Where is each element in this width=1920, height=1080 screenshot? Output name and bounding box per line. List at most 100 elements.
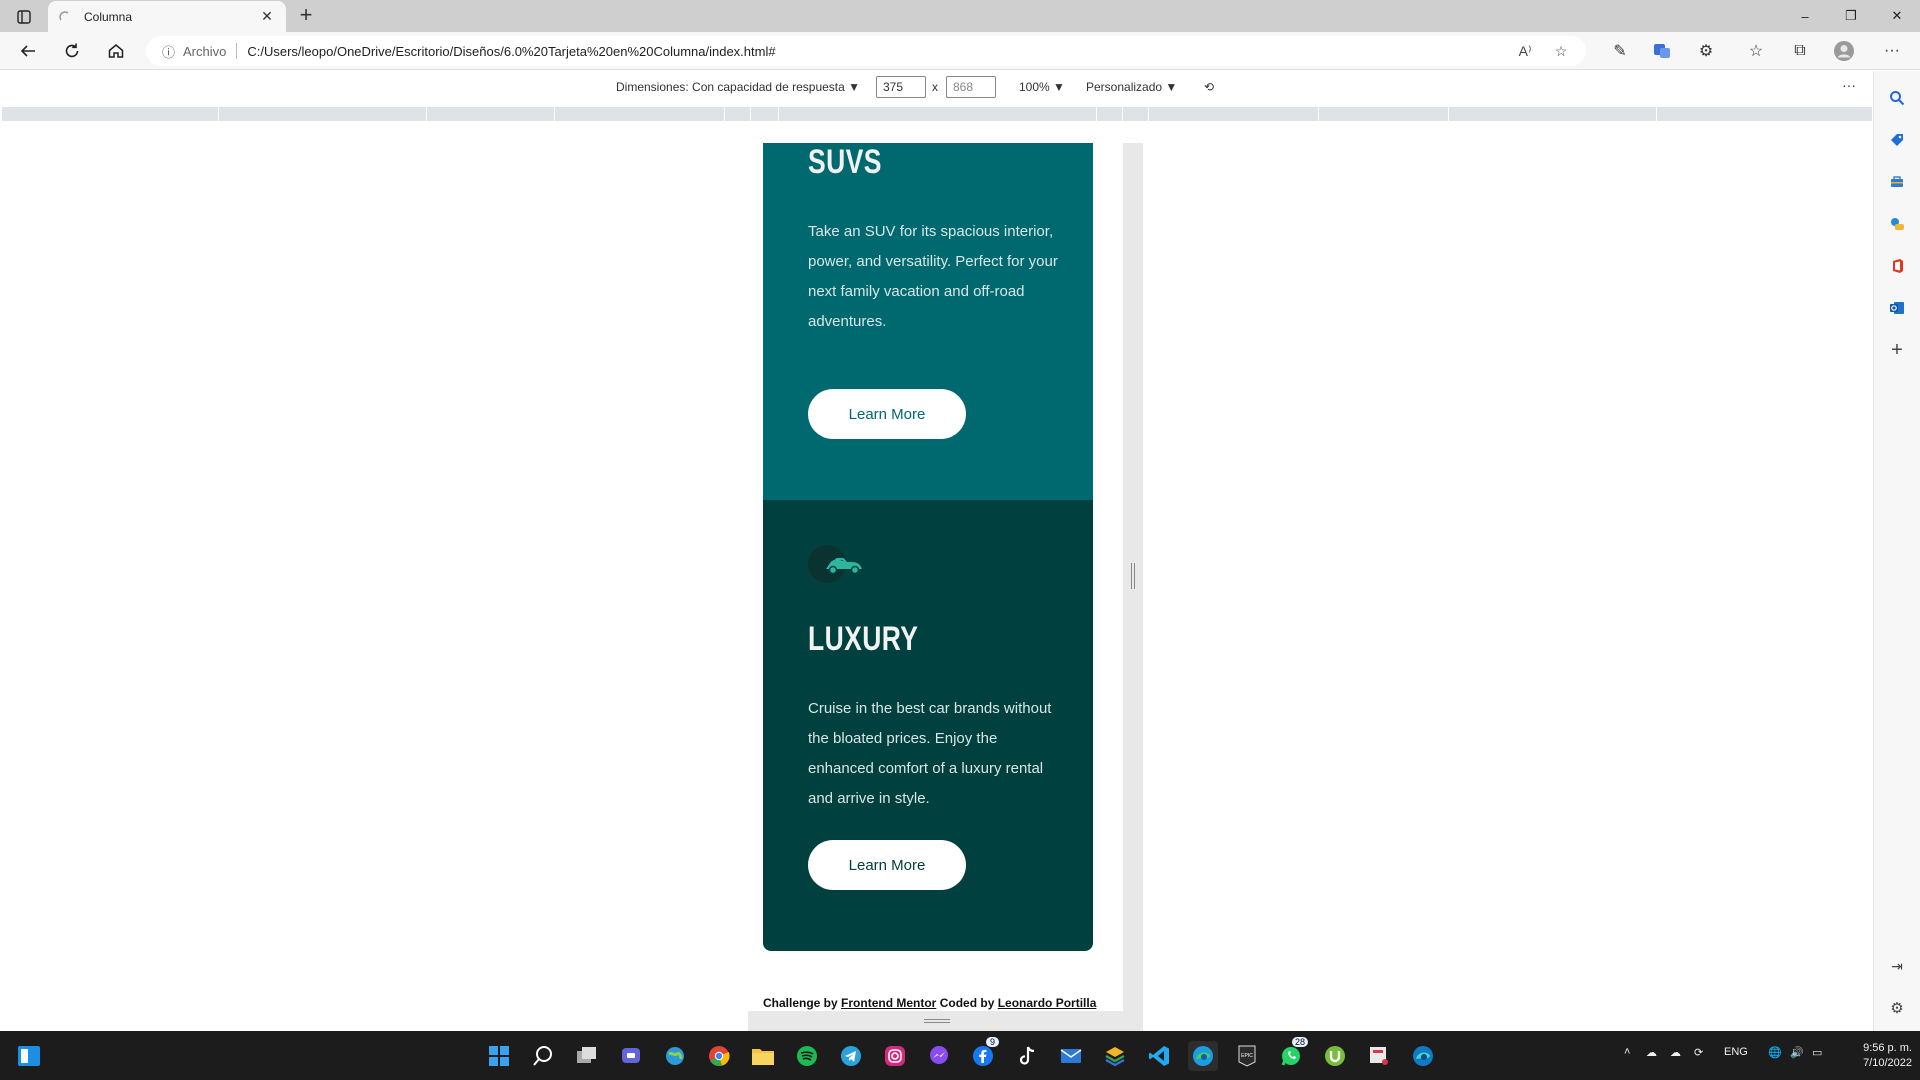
svg-text:EPIC: EPIC xyxy=(1241,1053,1253,1059)
search-icon[interactable] xyxy=(1884,85,1910,111)
office-icon[interactable] xyxy=(1884,253,1910,279)
messenger-icon[interactable] xyxy=(924,1041,954,1071)
spotify-icon[interactable] xyxy=(792,1041,822,1071)
refresh-icon[interactable] xyxy=(56,36,88,66)
read-aloud-icon[interactable]: A⁾ xyxy=(1510,36,1540,66)
ruler-segment xyxy=(1096,107,1097,121)
clock-date: 7/10/2022 xyxy=(1863,1057,1912,1069)
start-icon[interactable] xyxy=(484,1041,514,1071)
viewport-bottom-resizer[interactable] xyxy=(748,1011,1123,1031)
suvs-learn-more-button[interactable]: Learn More xyxy=(808,389,966,439)
tab-close-icon[interactable]: ✕ xyxy=(258,8,276,26)
edge-icon[interactable] xyxy=(1188,1041,1218,1071)
sync-icon[interactable]: ⟳ xyxy=(1694,1046,1703,1059)
title-bar: Columna ✕ + – ❐ ✕ xyxy=(0,0,1920,32)
layers-app-icon[interactable] xyxy=(1100,1041,1130,1071)
width-input[interactable]: 375 xyxy=(876,76,926,98)
show-hidden-icons-icon[interactable]: ˄ xyxy=(1624,1046,1630,1058)
task-view-icon[interactable] xyxy=(572,1041,602,1071)
tag-icon[interactable] xyxy=(1884,127,1910,153)
facebook-icon[interactable]: 9 xyxy=(968,1037,1000,1071)
luxury-description: Cruise in the best car brands without th… xyxy=(808,700,1052,807)
whatsapp-badge: 28 xyxy=(1292,1037,1309,1047)
tab-active[interactable]: Columna ✕ xyxy=(48,1,286,32)
rotate-icon[interactable]: ⟲ xyxy=(1204,80,1214,94)
resize-handle-icon[interactable] xyxy=(924,1019,950,1023)
resize-handle-icon[interactable] xyxy=(1131,563,1135,589)
address-separator xyxy=(236,43,238,59)
extensions-icon[interactable]: ⚙ xyxy=(1690,36,1722,66)
viewport-right-resizer[interactable] xyxy=(1123,143,1143,1031)
games-icon[interactable] xyxy=(1884,211,1910,237)
ruler-segment xyxy=(1318,107,1319,121)
language-indicator[interactable]: ENG xyxy=(1724,1046,1748,1058)
author-link[interactable]: Leonardo Portilla xyxy=(998,996,1097,1010)
hide-sidebar-icon[interactable]: ⇥ xyxy=(1884,953,1910,979)
outlook-icon[interactable] xyxy=(1884,295,1910,321)
tab-favicon-icon xyxy=(58,10,72,24)
minimize-button[interactable]: – xyxy=(1782,0,1828,32)
whatsapp-icon[interactable]: 28 xyxy=(1276,1037,1309,1071)
instagram-icon[interactable] xyxy=(880,1041,910,1071)
luxury-car-icon xyxy=(808,545,862,583)
browser-globe-icon[interactable] xyxy=(660,1041,690,1071)
attribution-prefix: Challenge by xyxy=(763,996,838,1010)
battery-icon[interactable]: ▭ xyxy=(1812,1046,1822,1059)
volume-icon[interactable]: 🔊 xyxy=(1790,1046,1804,1059)
suvs-card: SUVS Take an SUV for its spacious interi… xyxy=(763,143,1093,500)
profile-avatar-icon[interactable] xyxy=(1828,36,1860,66)
teams-chat-icon[interactable] xyxy=(616,1041,646,1071)
address-bar[interactable]: ⓘ Archivo C:/Users/leopo/OneDrive/Escrit… xyxy=(146,36,1586,66)
info-icon[interactable]: ⓘ xyxy=(162,42,175,61)
navigation-bar: ⓘ Archivo C:/Users/leopo/OneDrive/Escrit… xyxy=(0,32,1920,70)
device-toolbar: Dimensiones: Con capacidad de respuesta … xyxy=(0,71,1873,105)
zoom-dropdown[interactable]: 100% ▼ xyxy=(1019,80,1065,94)
device-viewport: SUVS Take an SUV for its spacious interi… xyxy=(748,143,1123,1011)
extension-pen-icon[interactable]: ✎ xyxy=(1604,36,1636,66)
times-label: x xyxy=(932,80,938,94)
edge-dev-icon[interactable] xyxy=(1408,1041,1438,1071)
telegram-icon[interactable] xyxy=(836,1041,866,1071)
weather-icon[interactable]: ☁ xyxy=(1670,1046,1681,1059)
new-tab-button[interactable]: + xyxy=(294,4,318,28)
sidebar-settings-icon[interactable]: ⚙ xyxy=(1884,995,1910,1021)
add-icon[interactable]: + xyxy=(1884,337,1910,363)
back-icon[interactable] xyxy=(12,36,44,66)
ruler-segment xyxy=(1148,107,1149,121)
home-icon[interactable] xyxy=(100,36,132,66)
dimensions-dropdown[interactable]: Dimensiones: Con capacidad de respuesta … xyxy=(616,80,860,94)
favorites-icon[interactable]: ☆ xyxy=(1740,36,1772,66)
chrome-icon[interactable] xyxy=(704,1041,734,1071)
system-clock[interactable]: 9:56 p. m. 7/10/2022 xyxy=(1840,1041,1912,1071)
ruler-segment xyxy=(1656,107,1657,121)
collections-icon[interactable]: ⧉ xyxy=(1784,36,1816,66)
widgets-icon[interactable] xyxy=(14,1041,44,1071)
toolbox-icon[interactable] xyxy=(1884,169,1910,195)
tiktok-icon[interactable] xyxy=(1012,1041,1042,1071)
vscode-icon[interactable] xyxy=(1144,1041,1174,1071)
search-taskbar-icon[interactable] xyxy=(528,1041,558,1071)
file-explorer-icon[interactable] xyxy=(748,1041,778,1071)
height-input[interactable]: 868 xyxy=(946,76,996,98)
close-window-button[interactable]: ✕ xyxy=(1874,0,1920,32)
ruler-segment xyxy=(426,107,427,121)
onedrive-icon[interactable]: ☁ xyxy=(1646,1046,1657,1059)
windows-taskbar: 9 EPIC 28 ˄ ☁ ☁ ⟳ ENG 🌐 🔊 ▭ 9:56 p. m. 7… xyxy=(0,1031,1920,1080)
edge-sidebar: + ⇥ ⚙ xyxy=(1873,71,1920,1031)
translate-icon[interactable] xyxy=(1646,36,1678,66)
media-query-ruler[interactable] xyxy=(2,107,1872,121)
luxury-learn-more-button[interactable]: Learn More xyxy=(808,840,966,890)
settings-more-icon[interactable]: ··· xyxy=(1876,36,1908,66)
epic-games-icon[interactable]: EPIC xyxy=(1232,1041,1262,1071)
device-more-icon[interactable]: ··· xyxy=(1842,77,1856,93)
utorrent-icon[interactable] xyxy=(1320,1041,1350,1071)
mail-icon[interactable] xyxy=(1056,1041,1086,1071)
restore-button[interactable]: ❐ xyxy=(1828,0,1874,32)
throttle-dropdown[interactable]: Personalizado ▼ xyxy=(1086,80,1177,94)
url-text[interactable]: C:/Users/leopo/OneDrive/Escritorio/Diseñ… xyxy=(247,44,775,59)
favorite-star-icon[interactable]: ☆ xyxy=(1546,36,1576,66)
snipping-tool-icon[interactable] xyxy=(1364,1041,1394,1071)
tab-actions-icon[interactable] xyxy=(10,6,38,28)
frontend-mentor-link[interactable]: Frontend Mentor xyxy=(841,996,936,1010)
network-icon[interactable]: 🌐 xyxy=(1768,1046,1782,1059)
